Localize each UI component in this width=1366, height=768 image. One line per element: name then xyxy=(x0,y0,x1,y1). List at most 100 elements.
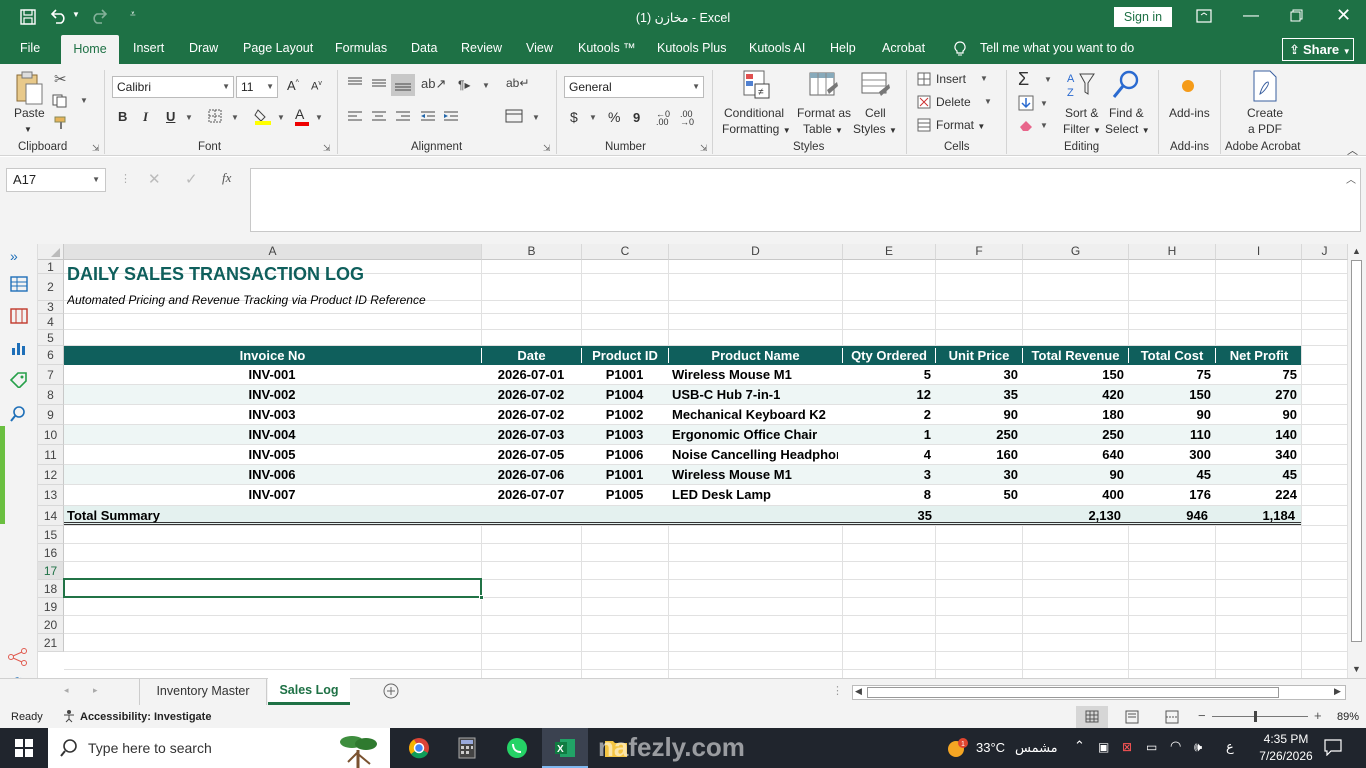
header-cell-total-cost[interactable]: Total Cost xyxy=(1129,348,1216,363)
total-summary-label[interactable]: Total Summary xyxy=(67,508,160,523)
find-select-label-1[interactable]: Find & xyxy=(1109,105,1144,121)
table-cell[interactable]: 3 xyxy=(846,467,931,482)
delete-dropdown-icon[interactable]: ▼ xyxy=(984,97,992,106)
header-cell-qty-ordered[interactable]: Qty Ordered xyxy=(843,348,936,363)
table-cell[interactable]: 340 xyxy=(1219,447,1297,462)
clock-time[interactable]: 4:35 PM xyxy=(1256,732,1316,746)
insert-cells-icon[interactable] xyxy=(917,72,931,86)
text-direction-dropdown-icon[interactable]: ▼ xyxy=(482,81,490,90)
table-cell[interactable]: Ergonomic Office Chair xyxy=(672,427,838,442)
minimize-icon[interactable]: — xyxy=(1243,7,1259,25)
formula-input[interactable]: ︿ xyxy=(250,168,1361,232)
table-cell[interactable]: 2 xyxy=(846,407,931,422)
clipboard-launcher-icon[interactable]: ⇲ xyxy=(92,143,100,154)
table-cell[interactable]: 224 xyxy=(1219,487,1297,502)
row-header-7[interactable]: 7 xyxy=(38,365,64,385)
tab-formulas[interactable]: Formulas xyxy=(335,41,387,55)
wrap-text-icon[interactable]: ab↵ xyxy=(506,76,529,90)
align-top-icon[interactable] xyxy=(347,76,363,90)
prev-sheet-icon[interactable]: ◂ xyxy=(64,685,69,696)
accessibility-status[interactable]: Accessibility: Investigate xyxy=(80,711,211,723)
zoom-level[interactable]: 89% xyxy=(1337,711,1359,723)
workbook-sheet-icon[interactable] xyxy=(10,276,28,292)
tab-draw[interactable]: Draw xyxy=(189,41,218,55)
total-revenue[interactable]: 2,130 xyxy=(1022,508,1121,523)
conditional-formatting-label-1[interactable]: Conditional xyxy=(724,105,784,121)
copy-dropdown-icon[interactable]: ▼ xyxy=(80,96,88,105)
header-cell-total-revenue[interactable]: Total Revenue xyxy=(1023,348,1129,363)
sort-filter-icon[interactable]: AZ xyxy=(1066,70,1096,102)
paste-dropdown-icon[interactable]: ▼ xyxy=(24,122,32,138)
table-cell[interactable]: 2026-07-02 xyxy=(485,407,577,422)
scroll-down-icon[interactable]: ▼ xyxy=(1352,664,1361,674)
row-header-10[interactable]: 10 xyxy=(38,425,64,445)
chrome-icon[interactable] xyxy=(408,737,430,759)
notifications-icon[interactable] xyxy=(1324,738,1342,756)
header-cell-product-id[interactable]: Product ID xyxy=(582,348,669,363)
comma-style-icon[interactable]: 9 xyxy=(633,110,640,125)
row-header-9[interactable]: 9 xyxy=(38,405,64,425)
tell-me-search[interactable]: Tell me what you want to do xyxy=(980,41,1134,55)
sheet-title[interactable]: DAILY SALES TRANSACTION LOG xyxy=(67,264,364,285)
alignment-launcher-icon[interactable]: ⇲ xyxy=(543,143,551,154)
table-cell[interactable]: 2026-07-07 xyxy=(485,487,577,502)
table-cell[interactable]: 640 xyxy=(1026,447,1124,462)
row-header-16[interactable]: 16 xyxy=(38,544,64,562)
tab-review[interactable]: Review xyxy=(461,41,502,55)
ribbon-display-icon[interactable] xyxy=(1196,9,1212,23)
table-cell[interactable]: P1004 xyxy=(585,387,664,402)
copy-icon[interactable] xyxy=(52,94,68,108)
table-cell[interactable]: 180 xyxy=(1026,407,1124,422)
scroll-up-icon[interactable]: ▲ xyxy=(1352,246,1361,256)
increase-font-icon[interactable]: A^ xyxy=(287,78,299,93)
table-cell[interactable]: 45 xyxy=(1132,467,1211,482)
vertical-scrollbar[interactable]: ▲ ▼ xyxy=(1348,244,1366,678)
align-right-icon[interactable] xyxy=(395,110,411,124)
conditional-formatting-button[interactable]: Formatting ▼ xyxy=(722,121,791,139)
row-header-14[interactable]: 14 xyxy=(38,506,64,526)
format-as-table-label-1[interactable]: Format as xyxy=(797,105,851,121)
table-cell[interactable]: 45 xyxy=(1219,467,1297,482)
table-cell[interactable]: INV-006 xyxy=(67,467,477,482)
row-header-8[interactable]: 8 xyxy=(38,385,64,405)
table-cell[interactable]: 1 xyxy=(846,427,931,442)
row-header-21[interactable]: 21 xyxy=(38,634,64,652)
table-cell[interactable]: 160 xyxy=(939,447,1018,462)
decrease-font-icon[interactable]: Av xyxy=(311,80,322,93)
row-header-6[interactable]: 6 xyxy=(38,346,64,365)
table-cell[interactable]: INV-002 xyxy=(67,387,477,402)
header-cell-invoice-no[interactable]: Invoice No xyxy=(64,348,482,363)
table-cell[interactable]: 50 xyxy=(939,487,1018,502)
find-select-button[interactable]: Select ▼ xyxy=(1105,121,1150,139)
number-format-select[interactable]: General ▼ xyxy=(564,76,704,98)
currency-dropdown-icon[interactable]: ▼ xyxy=(589,113,597,122)
addins-icon[interactable] xyxy=(1182,80,1194,92)
text-direction-icon[interactable]: ¶▸ xyxy=(458,78,470,92)
fill-handle[interactable] xyxy=(479,595,484,600)
table-cell[interactable]: 250 xyxy=(939,427,1018,442)
align-center-icon[interactable] xyxy=(371,110,387,124)
tab-data[interactable]: Data xyxy=(411,41,437,55)
font-name-select[interactable]: Calibri ▼ xyxy=(112,76,234,98)
table-cell[interactable]: P1002 xyxy=(585,407,664,422)
column-header-e[interactable]: E xyxy=(843,244,936,260)
table-cell[interactable]: 4 xyxy=(846,447,931,462)
confirm-formula-icon[interactable]: ✓ xyxy=(185,170,198,188)
table-cell[interactable]: 12 xyxy=(846,387,931,402)
header-cell-net-profit[interactable]: Net Profit xyxy=(1216,348,1302,363)
column-header-b[interactable]: B xyxy=(482,244,582,260)
row-header-1[interactable]: 1 xyxy=(38,260,64,274)
row-header-12[interactable]: 12 xyxy=(38,465,64,485)
conditional-formatting-icon[interactable]: ≠ xyxy=(743,70,773,102)
chevron-up-icon[interactable]: ⌃ xyxy=(1074,738,1085,754)
table-cell[interactable]: 300 xyxy=(1132,447,1211,462)
row-header-19[interactable]: 19 xyxy=(38,598,64,616)
align-left-icon[interactable] xyxy=(347,110,363,124)
total-profit[interactable]: 1,184 xyxy=(1215,508,1295,523)
worksheet-grid[interactable]: ABCDEFGHIJ 1 2 3 4 5 6 7 8 9 10 11 12 13 14 15 16 17 18 19… xyxy=(38,244,1348,678)
table-cell[interactable]: 176 xyxy=(1132,487,1211,502)
number-launcher-icon[interactable]: ⇲ xyxy=(700,143,708,154)
header-cell-product-name[interactable]: Product Name xyxy=(669,348,843,363)
table-cell[interactable]: INV-003 xyxy=(67,407,477,422)
decrease-decimal-icon[interactable]: .00 →0 xyxy=(680,110,694,127)
